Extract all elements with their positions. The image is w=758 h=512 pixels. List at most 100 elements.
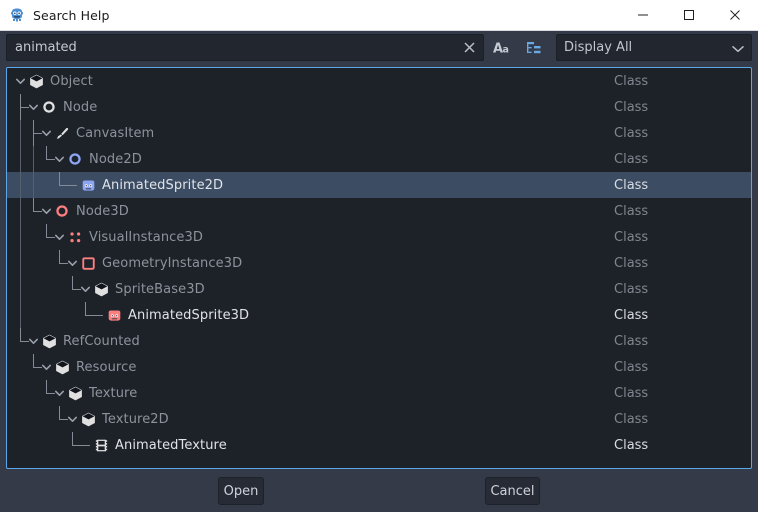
tree-row-label: Node bbox=[63, 100, 97, 115]
tree-row[interactable]: AnimatedTexture Class bbox=[7, 432, 751, 458]
chevron-down-icon[interactable] bbox=[67, 414, 78, 425]
tree-row-type: Class bbox=[614, 68, 648, 94]
chevron-down-icon[interactable] bbox=[28, 102, 39, 113]
class-tree-panel[interactable]: ObjectClass NodeClass CanvasItemClass No… bbox=[6, 67, 752, 469]
tree-row-type: Class bbox=[614, 172, 648, 198]
tree-row-label: SpriteBase3D bbox=[115, 282, 205, 297]
tree-row-name: Node2D bbox=[67, 146, 142, 172]
animatedsprite3d-icon bbox=[106, 307, 122, 323]
tree-row[interactable]: GeometryInstance3DClass bbox=[7, 250, 751, 276]
node3d-circle-icon bbox=[54, 203, 70, 219]
visualinstance3d-dots-icon bbox=[67, 229, 83, 245]
open-button[interactable]: Open bbox=[218, 477, 264, 505]
object-cube-icon bbox=[28, 73, 44, 89]
tree-row-type: Class bbox=[614, 276, 648, 302]
tree-row[interactable]: Node Class bbox=[7, 94, 751, 120]
tree-row-name: AnimatedSprite2D bbox=[80, 172, 223, 198]
chevron-down-icon[interactable] bbox=[41, 128, 52, 139]
display-filter-value: Display All bbox=[564, 40, 732, 55]
chevron-down-icon bbox=[732, 38, 744, 57]
chevron-down-icon[interactable] bbox=[41, 206, 52, 217]
tree-row[interactable]: Texture2D Class bbox=[7, 406, 751, 432]
chevron-down-icon[interactable] bbox=[54, 388, 65, 399]
chevron-down-icon[interactable] bbox=[41, 362, 52, 373]
display-filter-dropdown[interactable]: Display All bbox=[556, 34, 752, 61]
node2d-circle-icon bbox=[67, 151, 83, 167]
tree-row-label: Object bbox=[50, 74, 93, 89]
close-icon[interactable] bbox=[712, 0, 758, 31]
chevron-down-icon[interactable] bbox=[15, 76, 26, 87]
animatedsprite2d-icon bbox=[80, 177, 96, 193]
chevron-down-icon[interactable] bbox=[28, 336, 39, 347]
svg-text:a: a bbox=[503, 44, 509, 55]
canvasitem-brush-icon bbox=[54, 125, 70, 141]
tree-row-name: Texture2D bbox=[80, 406, 169, 432]
tree-row[interactable]: SpriteBase3D Class bbox=[7, 276, 751, 302]
resource-cube-icon bbox=[54, 359, 70, 375]
chevron-down-icon[interactable] bbox=[67, 258, 78, 269]
tree-row[interactable]: CanvasItemClass bbox=[7, 120, 751, 146]
tree-row-label: GeometryInstance3D bbox=[102, 256, 242, 271]
tree-row-type: Class bbox=[614, 432, 648, 458]
tree-row-type: Class bbox=[614, 302, 648, 328]
tree-row[interactable]: RefCountedClass bbox=[7, 328, 751, 354]
godot-robot-icon bbox=[9, 7, 25, 23]
cancel-button[interactable]: Cancel bbox=[485, 477, 540, 505]
tree-row-name: AnimatedSprite3D bbox=[106, 302, 249, 328]
window-title: Search Help bbox=[33, 8, 110, 23]
tree-row-name: Node bbox=[41, 94, 97, 120]
geometryinstance3d-square-icon bbox=[80, 255, 96, 271]
chevron-down-icon[interactable] bbox=[54, 232, 65, 243]
tree-row-name: CanvasItem bbox=[54, 120, 154, 146]
show-hierarchy-icon[interactable] bbox=[520, 34, 548, 61]
maximize-icon[interactable] bbox=[666, 0, 712, 31]
tree-row-label: Texture2D bbox=[102, 412, 169, 427]
tree-row-type: Class bbox=[614, 354, 648, 380]
tree-row-name: Object bbox=[28, 68, 93, 94]
animatedtexture-film-icon bbox=[93, 437, 109, 453]
minimize-icon[interactable] bbox=[620, 0, 666, 31]
tree-row-label: Node3D bbox=[76, 204, 129, 219]
search-field-wrapper[interactable] bbox=[6, 34, 484, 61]
tree-row-label: CanvasItem bbox=[76, 126, 154, 141]
tree-row[interactable]: Node2D Class bbox=[7, 146, 751, 172]
search-input[interactable] bbox=[7, 35, 456, 60]
tree-row-type: Class bbox=[614, 224, 648, 250]
tree-row-label: AnimatedTexture bbox=[115, 438, 227, 453]
tree-row[interactable]: VisualInstance3D Class bbox=[7, 224, 751, 250]
tree-row-label: AnimatedSprite2D bbox=[102, 178, 223, 193]
tree-row-label: Node2D bbox=[89, 152, 142, 167]
tree-row-name: VisualInstance3D bbox=[67, 224, 203, 250]
tree-row-label: VisualInstance3D bbox=[89, 230, 203, 245]
title-bar: Search Help bbox=[0, 0, 758, 31]
chevron-down-icon[interactable] bbox=[80, 284, 91, 295]
search-toolbar: A a Display All bbox=[0, 31, 758, 64]
tree-row[interactable]: Resource Class bbox=[7, 354, 751, 380]
tree-row-name: SpriteBase3D bbox=[93, 276, 205, 302]
tree-row-label: Resource bbox=[76, 360, 136, 375]
clear-icon[interactable] bbox=[456, 35, 482, 60]
tree-row-type: Class bbox=[614, 146, 648, 172]
tree-row-label: Texture bbox=[89, 386, 137, 401]
tree-row-type: Class bbox=[614, 198, 648, 224]
tree-row[interactable]: Node3D Class bbox=[7, 198, 751, 224]
tree-row[interactable]: AnimatedSprite2D Class bbox=[7, 172, 751, 198]
tree-row-name: Node3D bbox=[54, 198, 129, 224]
match-case-icon[interactable]: A a bbox=[488, 34, 516, 61]
tree-row-type: Class bbox=[614, 94, 648, 120]
tree-row-type: Class bbox=[614, 380, 648, 406]
node-circle-icon bbox=[41, 99, 57, 115]
tree-row[interactable]: Object Class bbox=[7, 68, 751, 94]
class-tree: ObjectClass NodeClass CanvasItemClass No… bbox=[7, 68, 751, 458]
chevron-down-icon[interactable] bbox=[54, 154, 65, 165]
tree-row[interactable]: Texture Class bbox=[7, 380, 751, 406]
texture2d-cube-icon bbox=[80, 411, 96, 427]
tree-row-name: AnimatedTexture bbox=[93, 432, 227, 458]
tree-row-name: RefCounted bbox=[41, 328, 140, 354]
tree-row-name: GeometryInstance3D bbox=[80, 250, 242, 276]
tree-row-type: Class bbox=[614, 406, 648, 432]
spritebase3d-cube-icon bbox=[93, 281, 109, 297]
tree-row-name: Resource bbox=[54, 354, 136, 380]
refcounted-cube-icon bbox=[41, 333, 57, 349]
tree-row[interactable]: AnimatedSprite3D Class bbox=[7, 302, 751, 328]
